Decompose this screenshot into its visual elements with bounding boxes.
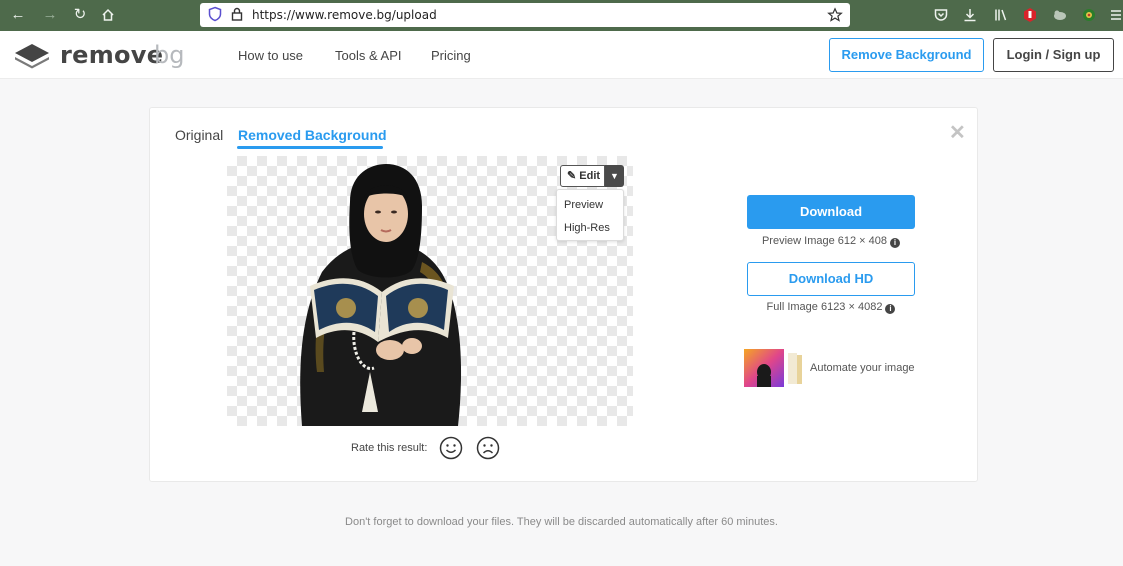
pencil-icon: ✎ [567,170,577,182]
extension-icon[interactable] [1081,7,1097,23]
dropdown-item-preview[interactable]: Preview [564,199,603,211]
browser-toolbar: ← → ↻ https://www.remove.bg/upload [0,0,1123,31]
logo-text: remove [60,41,164,69]
home-icon[interactable] [98,5,118,25]
tab-original[interactable]: Original [175,127,223,143]
login-signup-button[interactable]: Login / Sign up [993,38,1114,72]
preview-image-size: Preview Image 612 × 408 [761,235,888,247]
nav-how-to-use[interactable]: How to use [238,48,303,63]
site-header: remove bg How to use Tools & API Pricing… [0,31,1123,79]
back-icon[interactable]: ← [8,5,28,25]
edit-dropdown-toggle[interactable]: ▼ [605,165,624,187]
info-icon[interactable]: i [890,238,901,248]
extension-icon[interactable] [1052,7,1068,23]
preview-image-info: Preview Image 612 × 408 i [747,235,915,248]
nav-pricing[interactable]: Pricing [431,48,471,63]
remove-background-button[interactable]: Remove Background [829,38,984,72]
download-hd-button[interactable]: Download HD [747,262,915,296]
download-button[interactable]: Download [747,195,915,229]
url-text: https://www.remove.bg/upload [252,8,437,22]
pocket-icon[interactable] [933,7,949,23]
tab-removed-background[interactable]: Removed Background [238,127,387,143]
full-image-info: Full Image 6123 × 4082 i [747,301,915,314]
menu-icon[interactable] [1108,7,1123,23]
nav-tools-api[interactable]: Tools & API [335,48,401,63]
full-image-size: Full Image 6123 × 4082 [766,301,883,313]
logo-icon [15,44,49,69]
download-icon[interactable] [962,7,978,23]
edit-button[interactable]: ✎ Edit [560,165,605,187]
footer-note: Don't forget to download your files. The… [345,516,778,528]
lock-icon [231,7,243,21]
edit-label: Edit [579,170,601,182]
result-card: Original Removed Background ✕ ✎ Edit ▼ P… [149,107,978,482]
library-icon[interactable] [993,7,1009,23]
sad-face-icon[interactable] [476,436,500,460]
close-icon[interactable]: ✕ [949,120,966,145]
reload-icon[interactable]: ↻ [70,5,90,25]
caret-down-icon: ▼ [610,171,619,181]
extension-icon[interactable] [1022,7,1038,23]
logo-text-suffix: bg [154,41,185,69]
forward-icon[interactable]: → [40,5,60,25]
automate-label[interactable]: Automate your image [810,362,915,374]
rate-label: Rate this result: [351,442,428,454]
edit-dropdown-menu: Preview High-Res [556,189,624,241]
active-tab-indicator [237,146,383,149]
automate-thumbnail[interactable] [744,349,804,387]
star-icon[interactable] [827,7,843,23]
person-cutout-image [300,164,462,426]
address-bar[interactable]: https://www.remove.bg/upload [200,3,850,27]
happy-face-icon[interactable] [439,436,463,460]
dropdown-item-high-res[interactable]: High-Res [564,222,610,234]
shield-icon [208,6,222,22]
info-icon[interactable]: i [885,304,896,314]
